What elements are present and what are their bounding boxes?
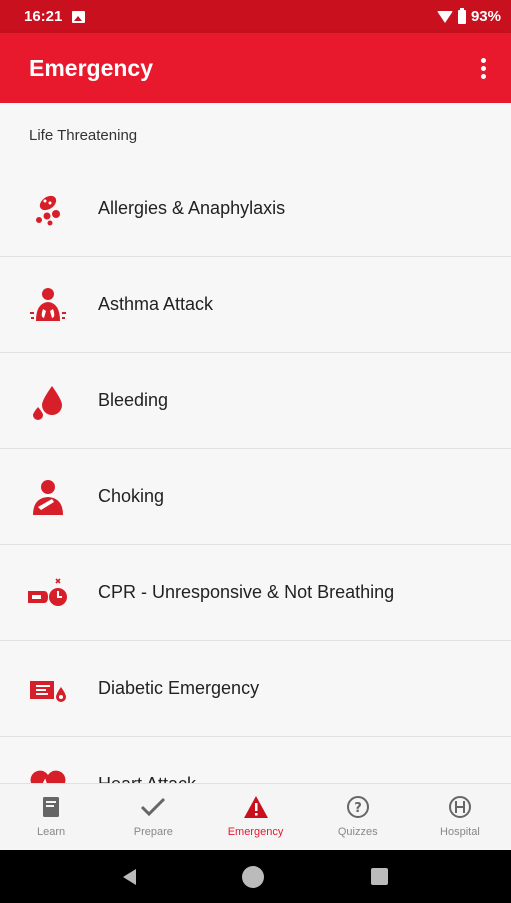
page-title: Emergency: [29, 54, 154, 81]
list-item-cpr[interactable]: CPR - Unresponsive & Not Breathing: [0, 545, 511, 641]
nav-prepare[interactable]: Prepare: [102, 784, 204, 850]
bottom-navigation: Learn Prepare Emergency ? Quizzes Hospit…: [0, 783, 511, 850]
nav-label: Learn: [37, 826, 66, 838]
svg-text:?: ?: [354, 801, 362, 816]
battery-level: 93%: [470, 8, 501, 25]
list-item-allergies[interactable]: Allergies & Anaphylaxis: [0, 161, 511, 257]
section-header: Life Threatening: [29, 127, 138, 144]
question-icon: ?: [345, 794, 371, 820]
checkmark-icon: [140, 794, 166, 820]
back-icon[interactable]: [123, 868, 137, 885]
nav-hospital[interactable]: Hospital: [409, 784, 511, 850]
status-time: 16:21: [24, 8, 63, 25]
bleeding-icon: [28, 381, 68, 421]
asthma-icon: [28, 285, 68, 325]
list-item-label: Asthma Attack: [98, 294, 214, 314]
heart-attack-icon: [28, 765, 68, 783]
nav-label: Emergency: [227, 826, 284, 838]
list-item-label: CPR - Unresponsive & Not Breathing: [98, 582, 395, 602]
list-item-heart-attack[interactable]: Heart Attack: [0, 737, 511, 783]
nav-quizzes[interactable]: ? Quizzes: [307, 784, 409, 850]
nav-emergency[interactable]: Emergency: [204, 784, 306, 850]
app-bar: Emergency: [0, 33, 511, 103]
nav-learn[interactable]: Learn: [0, 784, 102, 850]
image-notification-icon: [72, 10, 86, 23]
status-bar: 16:21 93%: [0, 0, 511, 33]
cpr-icon: [28, 573, 68, 613]
list-item-label: Bleeding: [98, 390, 169, 410]
nav-label: Hospital: [440, 826, 480, 838]
list-item-label: Allergies & Anaphylaxis: [98, 198, 286, 218]
book-icon: [38, 794, 64, 820]
battery-icon: [457, 7, 466, 24]
system-navigation-bar: [0, 850, 511, 903]
list-item-label: Diabetic Emergency: [98, 678, 260, 698]
recent-apps-icon[interactable]: [370, 868, 388, 885]
list-item-asthma[interactable]: Asthma Attack: [0, 257, 511, 353]
nav-label: Quizzes: [337, 826, 378, 838]
list-item-label: Choking: [98, 486, 165, 506]
overflow-menu-icon[interactable]: [471, 56, 495, 80]
list-item-label: Heart Attack: [98, 774, 196, 783]
nav-label: Prepare: [133, 826, 173, 838]
allergy-icon: [28, 189, 68, 229]
warning-icon: [243, 794, 269, 820]
list-item-choking[interactable]: Choking: [0, 449, 511, 545]
diabetic-icon: [28, 669, 68, 709]
choking-icon: [28, 477, 68, 517]
list-item-diabetic[interactable]: Diabetic Emergency: [0, 641, 511, 737]
home-icon[interactable]: [242, 865, 265, 888]
hospital-icon: [447, 794, 473, 820]
emergency-list[interactable]: Life Threatening Allergies & Anaphylaxis: [0, 103, 511, 783]
list-item-bleeding[interactable]: Bleeding: [0, 353, 511, 449]
wifi-icon: [436, 10, 453, 23]
